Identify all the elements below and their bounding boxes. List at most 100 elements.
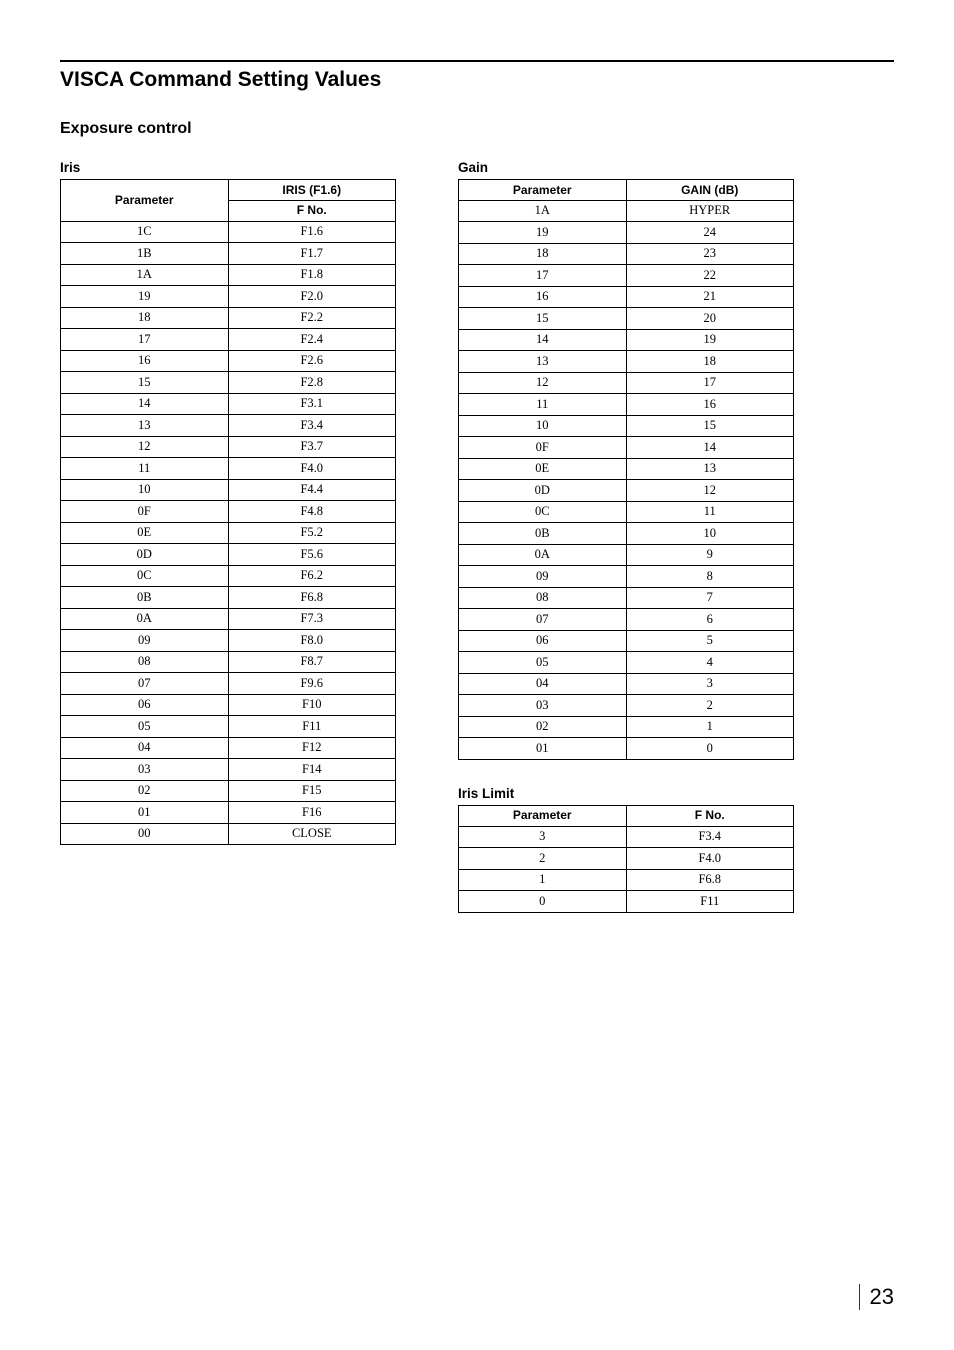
cell-value: F3.7 [228,436,396,458]
cell-value: F11 [626,891,794,913]
table-row: 09F8.0 [61,630,396,652]
cell-value: F14 [228,759,396,781]
cell-parameter: 09 [459,566,627,588]
table-row: 0D12 [459,480,794,502]
cell-parameter: 0B [61,587,229,609]
iris-table: Parameter IRIS (F1.6) F No. 1CF1.61BF1.7… [60,179,396,845]
cell-parameter: 13 [459,351,627,373]
table-row: 0FF4.8 [61,501,396,523]
cell-parameter: 06 [459,630,627,652]
table-row: 1116 [459,394,794,416]
cell-parameter: 01 [459,738,627,760]
cell-parameter: 1 [459,869,627,891]
table-row: 0AF7.3 [61,608,396,630]
table-row: 1924 [459,222,794,244]
cell-value: F2.8 [228,372,396,394]
cell-value: 6 [626,609,794,631]
cell-value: F1.7 [228,243,396,265]
cell-parameter: 09 [61,630,229,652]
table-row: 0E13 [459,458,794,480]
cell-value: CLOSE [228,823,396,845]
table-row: 10F4.4 [61,479,396,501]
cell-parameter: 15 [61,372,229,394]
cell-value: F6.8 [626,869,794,891]
irislimit-table: Parameter F No. 3F3.42F4.01F6.80F11 [458,805,794,913]
table-row: 0F11 [459,891,794,913]
cell-parameter: 03 [459,695,627,717]
columns: Iris Parameter IRIS (F1.6) F No. 1CF1.61… [60,160,894,913]
table-row: 0A9 [459,544,794,566]
cell-value: 22 [626,265,794,287]
cell-value: F1.8 [228,264,396,286]
table-row: 021 [459,716,794,738]
cell-value: 7 [626,587,794,609]
cell-parameter: 0D [459,480,627,502]
table-row: 00CLOSE [61,823,396,845]
table-row: 03F14 [61,759,396,781]
cell-parameter: 10 [61,479,229,501]
cell-parameter: 0E [61,522,229,544]
gain-table: Parameter GAIN (dB) 1AHYPER1924182317221… [458,179,794,760]
cell-value: F4.8 [228,501,396,523]
table-row: 1318 [459,351,794,373]
table-row: 0BF6.8 [61,587,396,609]
table-row: 07F9.6 [61,673,396,695]
iris-title: Iris [60,160,396,175]
cell-parameter: 0 [459,891,627,913]
cell-parameter: 16 [61,350,229,372]
cell-parameter: 0B [459,523,627,545]
cell-value: 1 [626,716,794,738]
cell-parameter: 1C [61,221,229,243]
table-row: 11F4.0 [61,458,396,480]
cell-parameter: 0D [61,544,229,566]
cell-parameter: 0F [61,501,229,523]
cell-parameter: 07 [459,609,627,631]
cell-parameter: 12 [61,436,229,458]
cell-value: F2.0 [228,286,396,308]
cell-parameter: 02 [459,716,627,738]
iris-header-param: Parameter [61,180,229,222]
cell-value: F3.4 [626,826,794,848]
table-row: 043 [459,673,794,695]
table-row: 0C11 [459,501,794,523]
col-right: Gain Parameter GAIN (dB) 1AHYPER19241823… [458,160,794,913]
table-row: 1823 [459,243,794,265]
table-row: 3F3.4 [459,826,794,848]
cell-value: F7.3 [228,608,396,630]
cell-value: F1.6 [228,221,396,243]
table-row: 0B10 [459,523,794,545]
table-row: 032 [459,695,794,717]
table-row: 065 [459,630,794,652]
table-row: 1F6.8 [459,869,794,891]
cell-parameter: 03 [61,759,229,781]
page-number-text: 23 [859,1284,894,1310]
table-row: 1AHYPER [459,200,794,222]
cell-value: 15 [626,415,794,437]
irislimit-header-value: F No. [626,805,794,826]
cell-value: F16 [228,802,396,824]
cell-parameter: 08 [459,587,627,609]
cell-value: 11 [626,501,794,523]
table-row: 087 [459,587,794,609]
cell-parameter: 15 [459,308,627,330]
table-row: 02F15 [61,780,396,802]
cell-parameter: 00 [61,823,229,845]
cell-value: F4.0 [228,458,396,480]
iris-header-sub: F No. [228,200,396,221]
table-row: 2F4.0 [459,848,794,870]
cell-parameter: 04 [459,673,627,695]
gain-header-param: Parameter [459,180,627,201]
cell-value: 12 [626,480,794,502]
table-row: 0CF6.2 [61,565,396,587]
cell-value: F3.4 [228,415,396,437]
cell-parameter: 0E [459,458,627,480]
table-row: 14F3.1 [61,393,396,415]
cell-value: HYPER [626,200,794,222]
table-row: 1419 [459,329,794,351]
cell-value: F5.6 [228,544,396,566]
cell-parameter: 16 [459,286,627,308]
cell-parameter: 1A [459,200,627,222]
cell-value: F9.6 [228,673,396,695]
page-title: VISCA Command Setting Values [60,68,894,92]
cell-value: F2.2 [228,307,396,329]
